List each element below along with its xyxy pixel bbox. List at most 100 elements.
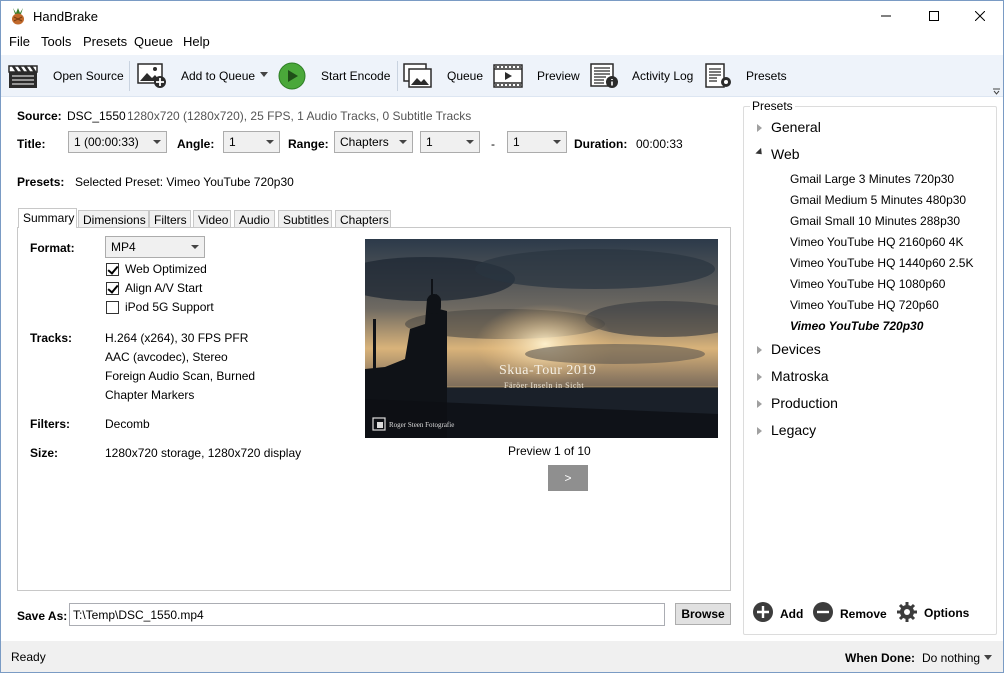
tab-subtitles[interactable]: Subtitles (278, 210, 332, 228)
preset-category-label: Production (771, 395, 838, 411)
chevron-down-icon (466, 140, 474, 144)
size-label: Size: (30, 446, 59, 460)
presets-gear-icon (705, 63, 731, 88)
range-label: Range: (288, 137, 329, 151)
preset-category-label: Matroska (771, 368, 829, 384)
toolbar-separator (397, 61, 398, 91)
range-type-select[interactable]: Chapters (334, 131, 413, 153)
range-dash: - (491, 137, 495, 151)
when-done-value: Do nothing (922, 651, 981, 665)
queue-images-icon (403, 63, 432, 88)
format-label: Format: (30, 241, 75, 255)
presets-label: Presets: (17, 175, 65, 189)
preview-overlay-title: Skua-Tour 2019 (499, 363, 597, 378)
preview-image: Skua-Tour 2019 Färöer Inseln in Sicht Ro… (365, 239, 718, 438)
handbrake-window: HandBrake File Tools Presets Queue Help … (0, 0, 1004, 673)
title-label: Title: (17, 137, 46, 151)
preset-item[interactable]: Gmail Medium 5 Minutes 480p30 (790, 193, 966, 207)
toolbar-overflow-icon[interactable] (993, 87, 1001, 95)
preset-item[interactable]: Vimeo YouTube HQ 1440p60 2.5K (790, 256, 973, 270)
tab-summary[interactable]: Summary (18, 208, 77, 228)
preview-label: Preview (537, 69, 580, 83)
menu-tools[interactable]: Tools (41, 34, 71, 49)
tracks-label: Tracks: (30, 331, 73, 345)
preset-item[interactable]: Vimeo YouTube HQ 2160p60 4K (790, 235, 963, 249)
preview-scene (365, 239, 718, 438)
angle-select[interactable]: 1 (223, 131, 280, 153)
source-label: Source: (17, 109, 62, 123)
title-bar: HandBrake (1, 1, 1003, 31)
menu-file[interactable]: File (9, 34, 30, 49)
menu-queue[interactable]: Queue (134, 34, 173, 49)
play-icon (278, 62, 306, 90)
clapperboard-icon (8, 65, 38, 88)
status-bar: Ready When Done: Do nothing (1, 641, 1003, 672)
preview-watermark: Roger Steen Fotografie (389, 421, 455, 429)
preset-item-selected[interactable]: Vimeo YouTube 720p30 (790, 319, 923, 333)
chevron-down-icon (984, 655, 992, 660)
preset-options-label: Options (924, 606, 970, 620)
expand-arrow-icon (757, 400, 762, 408)
save-as-input[interactable]: T:\Temp\DSC_1550.mp4 (69, 603, 665, 626)
angle-label: Angle: (177, 137, 215, 151)
when-done-label: When Done: (845, 651, 915, 665)
track-line: AAC (avcodec), Stereo (105, 350, 228, 364)
next-preview-button[interactable]: > (548, 465, 588, 491)
format-select-value: MP4 (111, 240, 136, 254)
menu-presets[interactable]: Presets (83, 34, 127, 49)
title-select[interactable]: 1 (00:00:33) (68, 131, 167, 153)
filters-label: Filters: (30, 417, 71, 431)
tab-filters[interactable]: Filters (149, 210, 191, 228)
preset-category-label: Web (771, 146, 800, 162)
align-av-checkbox[interactable] (106, 282, 119, 295)
source-name: DSC_1550 (67, 109, 126, 123)
range-start-select[interactable]: 1 (420, 131, 480, 153)
presets-panel-title: Presets (750, 99, 795, 113)
browse-button[interactable]: Browse (675, 603, 731, 625)
film-preview-icon (493, 64, 523, 88)
presets-toolbar-label: Presets (746, 69, 787, 83)
tab-video[interactable]: Video (193, 210, 231, 228)
chevron-down-icon (266, 140, 274, 144)
preset-item[interactable]: Vimeo YouTube HQ 1080p60 (790, 277, 945, 291)
plus-circle-icon (753, 602, 773, 622)
tab-chapters[interactable]: Chapters (335, 210, 391, 228)
menu-help[interactable]: Help (183, 34, 210, 49)
status-text: Ready (11, 650, 46, 664)
minimize-button[interactable] (863, 1, 909, 31)
close-button[interactable] (957, 1, 1003, 31)
align-av-label: Align A/V Start (125, 281, 203, 295)
web-optimized-checkbox[interactable] (106, 263, 119, 276)
activity-log-label: Activity Log (632, 69, 694, 83)
preset-item[interactable]: Gmail Small 10 Minutes 288p30 (790, 214, 960, 228)
open-source-label: Open Source (53, 69, 124, 83)
preset-item[interactable]: Gmail Large 3 Minutes 720p30 (790, 172, 954, 186)
save-as-label: Save As: (17, 609, 68, 623)
size-value: 1280x720 storage, 1280x720 display (105, 446, 302, 460)
start-encode-label: Start Encode (321, 69, 391, 83)
preset-item[interactable]: Vimeo YouTube HQ 720p60 (790, 298, 939, 312)
range-start-value: 1 (426, 135, 433, 149)
add-preset-label: Add (780, 607, 804, 621)
track-line: Chapter Markers (105, 388, 195, 402)
chevron-down-icon (553, 140, 561, 144)
toolbar: Open Source Add to Queue Start Encode Qu… (1, 55, 1003, 97)
ipod-5g-checkbox[interactable] (106, 301, 119, 314)
toolbar-separator (129, 61, 130, 91)
queue-label: Queue (447, 69, 484, 83)
gear-icon (897, 602, 917, 622)
preset-category-label: Legacy (771, 422, 817, 438)
maximize-button[interactable] (911, 1, 957, 31)
web-optimized-label: Web Optimized (125, 262, 207, 276)
range-end-select[interactable]: 1 (507, 131, 567, 153)
pineapple-app-icon (12, 8, 24, 25)
activity-log-icon (590, 63, 618, 88)
menu-bar: File Tools Presets Queue Help (1, 31, 1003, 53)
track-line: Foreign Audio Scan, Burned (105, 369, 256, 383)
angle-select-value: 1 (229, 135, 236, 149)
preset-category-label: Devices (771, 341, 821, 357)
tab-dimensions[interactable]: Dimensions (78, 210, 149, 228)
format-select[interactable]: MP4 (105, 236, 205, 258)
tab-audio[interactable]: Audio (234, 210, 275, 228)
filters-value: Decomb (105, 417, 150, 431)
